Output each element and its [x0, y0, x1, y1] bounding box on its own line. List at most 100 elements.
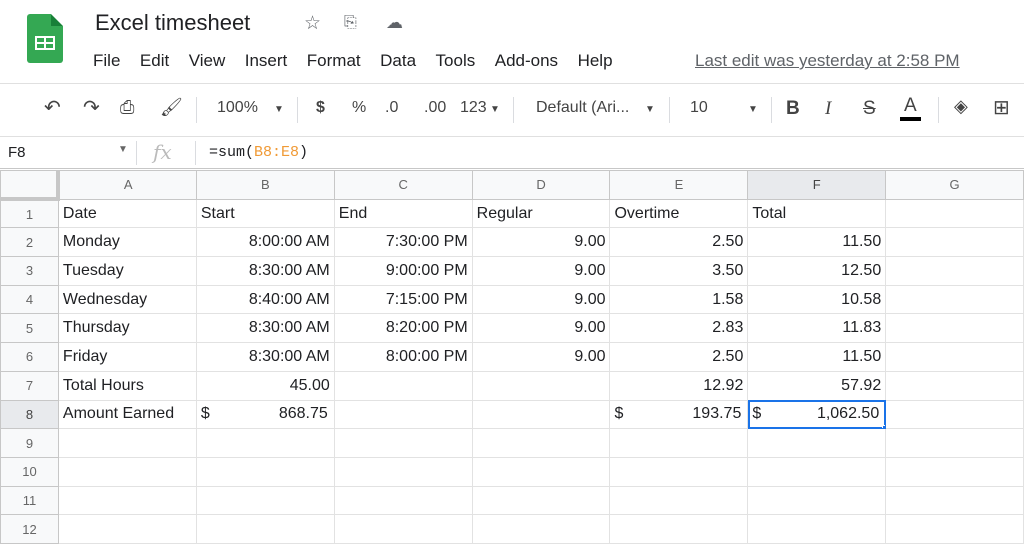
cell-b1[interactable]: Start — [195, 198, 335, 229]
row-header[interactable]: 5 — [0, 313, 59, 344]
menu-insert[interactable]: Insert — [245, 51, 288, 71]
column-header-c[interactable]: C — [333, 170, 473, 200]
cell-e2[interactable]: 2.50 — [609, 227, 749, 258]
cell-f11[interactable] — [747, 485, 887, 516]
select-all-corner[interactable] — [0, 170, 61, 202]
cell-g3[interactable] — [885, 256, 1024, 286]
cell-g9[interactable] — [885, 428, 1024, 458]
cell-c3[interactable]: 9:00:00 PM — [333, 256, 473, 286]
cell-g8[interactable] — [885, 399, 1024, 430]
column-header-f[interactable]: F — [747, 170, 887, 200]
cell-a6[interactable]: Friday — [57, 342, 197, 372]
cell-b6[interactable]: 8:30:00 AM — [195, 342, 335, 372]
cell-b7[interactable]: 45.00 — [195, 370, 335, 401]
row-header[interactable]: 4 — [0, 284, 59, 315]
last-edit-link[interactable]: Last edit was yesterday at 2:58 PM — [695, 51, 960, 71]
cell-c1[interactable]: End — [333, 198, 473, 229]
cell-f3[interactable]: 12.50 — [747, 256, 887, 286]
row-header[interactable]: 6 — [0, 342, 59, 372]
cell-a12[interactable] — [57, 514, 197, 544]
column-header-d[interactable]: D — [471, 170, 611, 200]
move-folder-icon[interactable]: ⎘ — [344, 14, 357, 32]
cell-d12[interactable] — [471, 514, 611, 544]
cell-e3[interactable]: 3.50 — [609, 256, 749, 286]
menu-file[interactable]: File — [93, 51, 120, 71]
italic-button[interactable]: I — [825, 98, 831, 120]
cell-a4[interactable]: Wednesday — [57, 284, 197, 315]
bold-button[interactable]: B — [786, 98, 800, 120]
cell-g12[interactable] — [885, 514, 1024, 544]
cell-e5[interactable]: 2.83 — [609, 313, 749, 344]
cell-b9[interactable] — [195, 428, 335, 458]
cell-b3[interactable]: 8:30:00 AM — [195, 256, 335, 286]
column-header-a[interactable]: A — [57, 170, 197, 200]
fill-color-icon[interactable]: ◈ — [954, 96, 968, 117]
cell-a7[interactable]: Total Hours — [57, 370, 197, 401]
menu-edit[interactable]: Edit — [140, 51, 169, 71]
cell-a3[interactable]: Tuesday — [57, 256, 197, 286]
more-formats-button[interactable]: 123 — [460, 99, 487, 117]
cell-g5[interactable] — [885, 313, 1024, 344]
menu-data[interactable]: Data — [380, 51, 416, 71]
cell-a5[interactable]: Thursday — [57, 313, 197, 344]
zoom-select[interactable]: 100% — [217, 99, 258, 117]
cell-c12[interactable] — [333, 514, 473, 544]
cell-d11[interactable] — [471, 485, 611, 516]
zoom-dropdown-icon[interactable]: ▼ — [274, 104, 284, 115]
cell-d7[interactable] — [471, 370, 611, 401]
row-header[interactable]: 12 — [0, 514, 59, 544]
cell-b5[interactable]: 8:30:00 AM — [195, 313, 335, 344]
cell-d9[interactable] — [471, 428, 611, 458]
sheets-logo-icon[interactable] — [27, 14, 63, 63]
cell-g6[interactable] — [885, 342, 1024, 372]
row-header[interactable]: 9 — [0, 428, 59, 458]
undo-icon[interactable]: ↶ — [44, 95, 61, 120]
cell-d4[interactable]: 9.00 — [471, 284, 611, 315]
cell-c6[interactable]: 8:00:00 PM — [333, 342, 473, 372]
cell-b12[interactable] — [195, 514, 335, 544]
row-header[interactable]: 2 — [0, 227, 59, 258]
cell-b10[interactable] — [195, 456, 335, 487]
name-box[interactable]: F8 — [8, 144, 26, 161]
font-size-dropdown-icon[interactable]: ▼ — [748, 104, 758, 115]
cell-a10[interactable] — [57, 456, 197, 487]
cell-e4[interactable]: 1.58 — [609, 284, 749, 315]
menu-view[interactable]: View — [189, 51, 226, 71]
cell-b11[interactable] — [195, 485, 335, 516]
cell-b2[interactable]: 8:00:00 AM — [195, 227, 335, 258]
strikethrough-button[interactable]: S — [863, 98, 876, 120]
cell-e8[interactable]: $193.75 — [609, 399, 749, 430]
cell-e9[interactable] — [609, 428, 749, 458]
cell-c9[interactable] — [333, 428, 473, 458]
redo-icon[interactable]: ↷ — [83, 95, 100, 120]
cell-c10[interactable] — [333, 456, 473, 487]
cell-g2[interactable] — [885, 227, 1024, 258]
print-icon[interactable]: ⎙ — [120, 97, 134, 118]
cell-d6[interactable]: 9.00 — [471, 342, 611, 372]
row-header[interactable]: 1 — [0, 198, 59, 229]
cell-e11[interactable] — [609, 485, 749, 516]
document-title[interactable]: Excel timesheet — [95, 10, 250, 36]
paint-format-icon[interactable]: 🖌 — [160, 97, 183, 118]
font-select[interactable]: Default (Ari... — [536, 99, 629, 117]
cell-c8[interactable] — [333, 399, 473, 430]
cell-g1[interactable] — [885, 198, 1024, 229]
font-size-select[interactable]: 10 — [690, 99, 708, 117]
font-dropdown-icon[interactable]: ▼ — [645, 104, 655, 115]
borders-icon[interactable]: ⊞ — [993, 95, 1010, 120]
cell-f10[interactable] — [747, 456, 887, 487]
row-header[interactable]: 11 — [0, 485, 59, 516]
column-header-b[interactable]: B — [195, 170, 335, 200]
text-color-button[interactable]: A — [900, 95, 921, 121]
percent-format-button[interactable]: % — [352, 99, 366, 117]
column-header-g[interactable]: G — [885, 170, 1024, 200]
cell-g11[interactable] — [885, 485, 1024, 516]
cell-d10[interactable] — [471, 456, 611, 487]
menu-help[interactable]: Help — [578, 51, 613, 71]
star-icon[interactable]: ☆ — [304, 12, 321, 35]
cell-f1[interactable]: Total — [747, 198, 887, 229]
cell-f8[interactable]: $1,062.50 — [747, 399, 887, 430]
cell-b8[interactable]: $868.75 — [195, 399, 335, 430]
increase-decimal-button[interactable]: .00 — [424, 99, 446, 117]
row-header[interactable]: 7 — [0, 370, 59, 401]
